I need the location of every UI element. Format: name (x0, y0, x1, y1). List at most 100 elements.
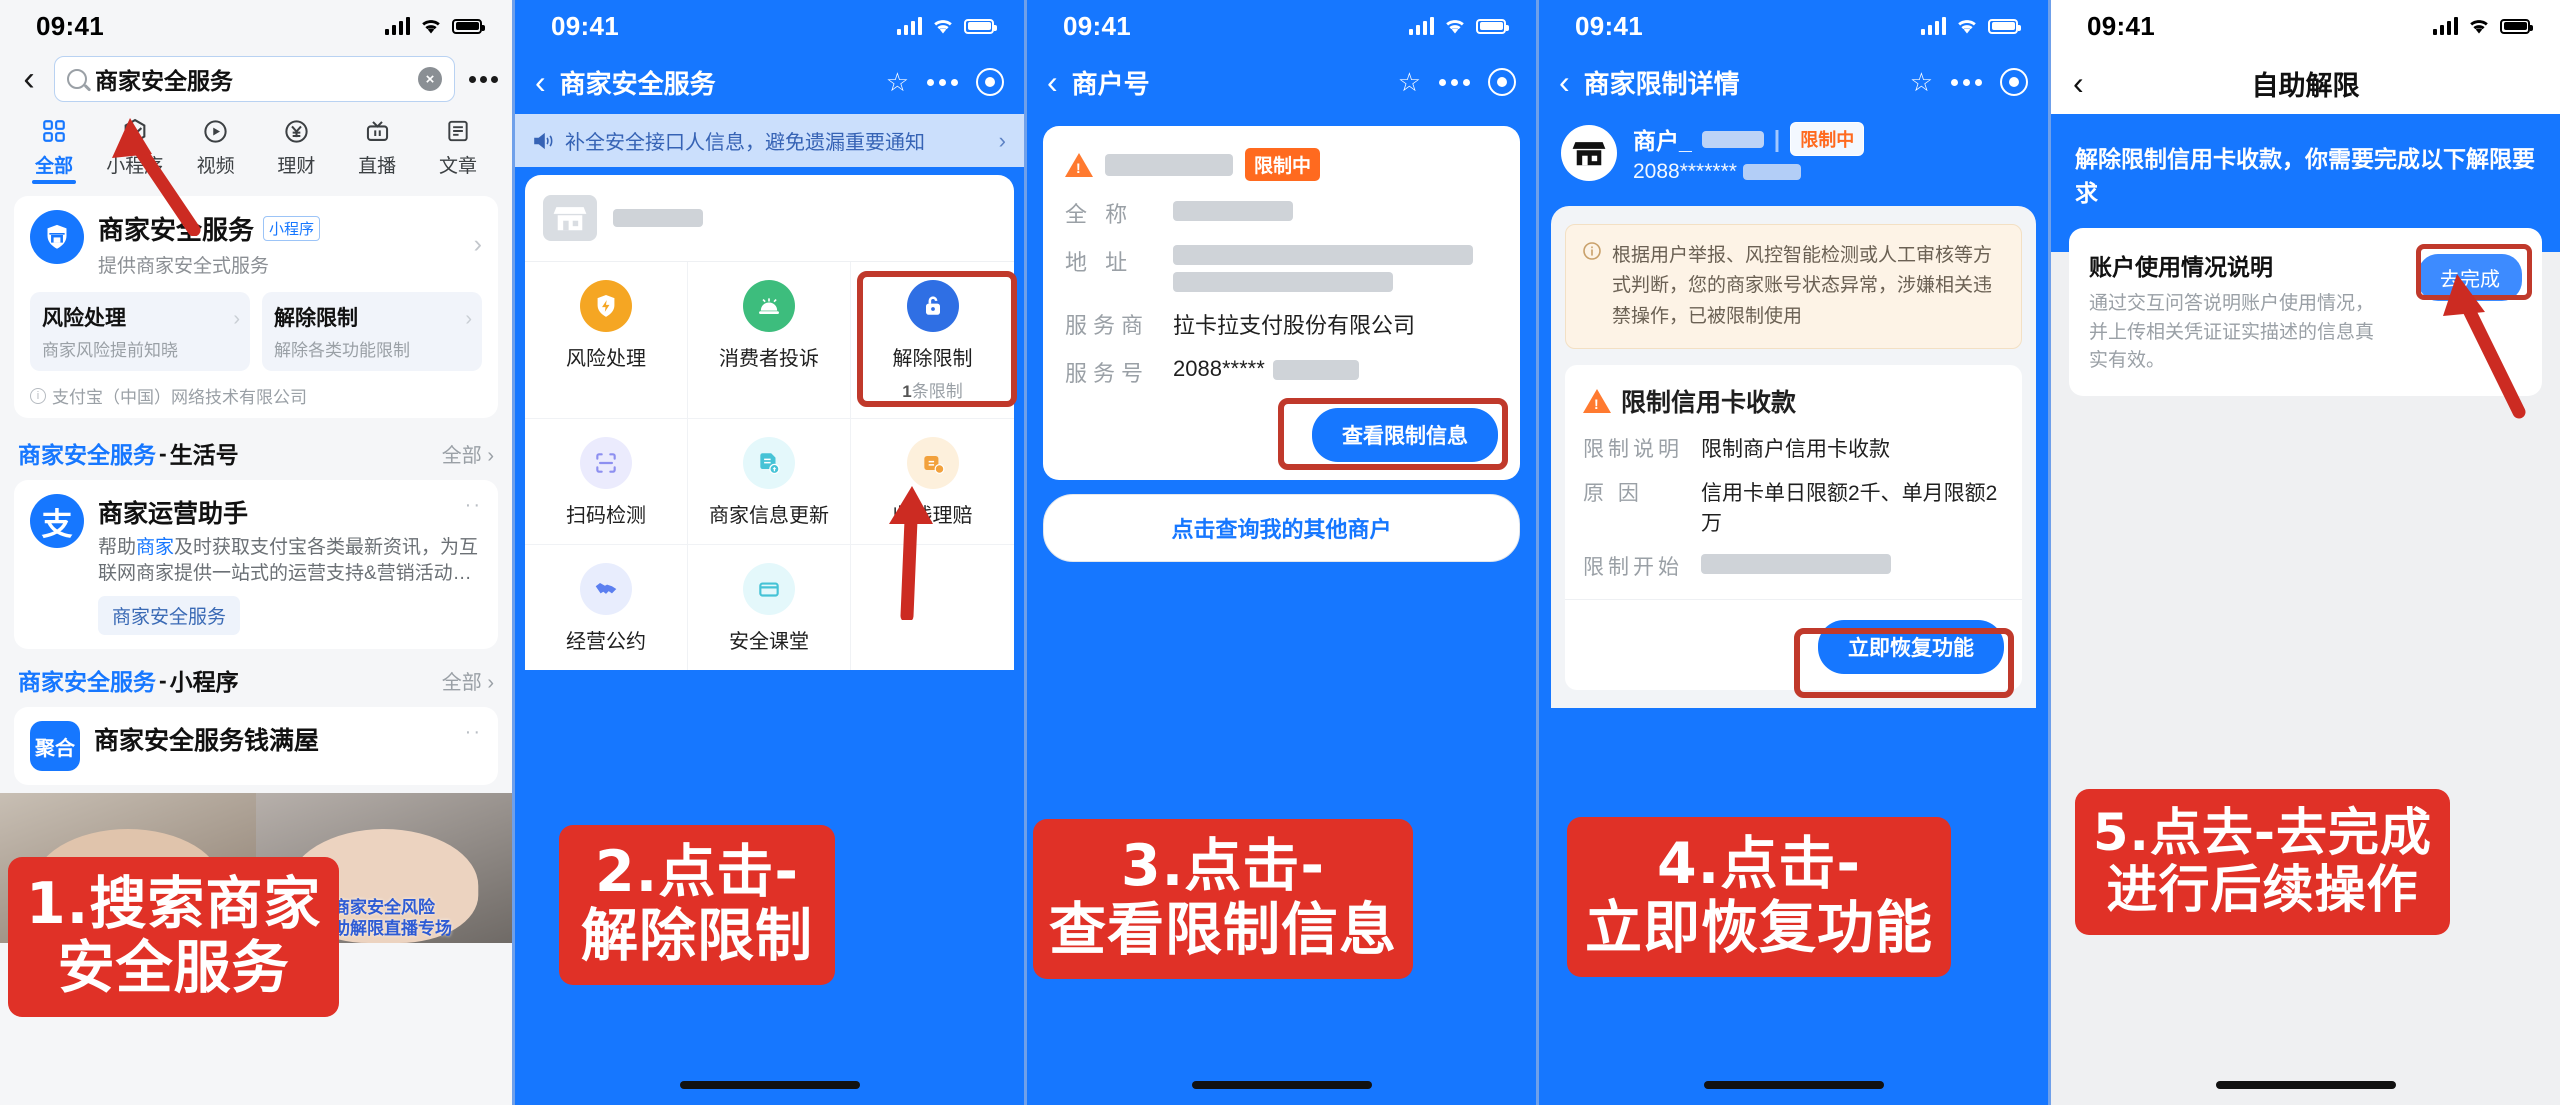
tab-label: 直播 (358, 156, 397, 177)
quick-action-desc: 商家风险提前知晓 (42, 341, 178, 360)
tab-finance[interactable]: 理财 (260, 116, 332, 184)
more-dots-icon[interactable] (1951, 78, 1982, 86)
section-see-all[interactable]: 全部 › (442, 666, 494, 695)
merchant-name-row: 商户_ | 限制中 (1633, 122, 1865, 156)
panel-merchant-security-home: 09:41 ‹ 商家安全服务 ☆ 补全安全接口人信息，避免遗漏重要通知 › 风险… (512, 0, 1024, 1105)
tab-label: 全部 (34, 156, 73, 177)
signal-icon (2433, 17, 2458, 35)
tab-video[interactable]: 视频 (180, 116, 252, 184)
life-account-name: 商家运营助手 (98, 500, 249, 528)
back-icon[interactable]: ‹ (535, 66, 546, 98)
more-dots-icon[interactable]: ·· (465, 494, 482, 517)
target-icon[interactable] (976, 68, 1004, 96)
home-indicator (1191, 1081, 1372, 1089)
merchant-name: 商户_ (1633, 128, 1692, 154)
back-icon[interactable]: ‹ (1047, 66, 1058, 98)
tab-mini-program[interactable]: 小程序 (99, 116, 171, 184)
chevron-right-icon: › (465, 308, 472, 330)
more-dots-icon[interactable] (927, 78, 958, 86)
tab-live[interactable]: 直播 (341, 116, 413, 184)
favorite-star-icon[interactable]: ☆ (1910, 67, 1933, 98)
go-complete-button[interactable]: 去完成 (2418, 254, 2522, 301)
clear-icon[interactable]: × (418, 67, 442, 91)
nav-bar: ‹ 商户号 ☆ (1027, 52, 1536, 112)
merchant-number: 2088******* (1633, 160, 1737, 183)
restore-function-button[interactable]: 立即恢复功能 (1818, 620, 2004, 675)
tab-all[interactable]: 全部 (18, 116, 90, 184)
masked-value (1272, 360, 1359, 380)
yuan-icon (283, 116, 310, 146)
field-label: 服务商 (1065, 313, 1150, 338)
more-dots-icon[interactable]: ·· (465, 721, 482, 744)
signal-icon (1921, 17, 1946, 35)
life-card-top: 支 商家运营助手 ·· 帮助商家及时获取支付宝各类最新资讯，为互联网商家提供一站… (30, 494, 482, 636)
more-dots-icon[interactable] (1439, 78, 1470, 86)
panel-search-results: 09:41 ‹ 商家安全服务 × 全部 小程序 视频 理财 直播 文章 商家安全… (0, 0, 512, 1105)
nav-bar: ‹ 商家安全服务 ☆ (515, 52, 1024, 112)
restriction-card: 限制信用卡收款 限制说明 限制商户信用卡收款 原 因 信用卡单日限额2千、单月限… (1565, 365, 2022, 699)
app-result-card[interactable]: 商家安全服务 小程序 提供商家安全式服务 › 风险处理 商家风险提前知晓 › 解… (14, 196, 498, 418)
query-other-merchants-button[interactable]: 点击查询我的其他商户 (1043, 494, 1520, 562)
info-text: 根据用户举报、风控智能检测或人工审核等方式判断，您的商家账号状态异常，涉嫌相关违… (1612, 245, 1993, 327)
app-header: 09:41 ‹ 商家限制详情 ☆ 商户_ | 限制中 2088******* (1539, 0, 2048, 206)
mini-program-icon (121, 116, 149, 146)
masked-merchant-name (613, 209, 703, 227)
chevron-right-icon[interactable]: › (999, 128, 1006, 154)
quick-action-title: 风险处理 (42, 307, 126, 330)
grid-item-risk-handling[interactable]: 风险处理 (525, 262, 688, 419)
shield-lightning-icon (580, 280, 632, 332)
target-icon[interactable] (1488, 68, 1516, 96)
grid-item-remove-restriction[interactable]: 解除限制 1条限制 (851, 262, 1014, 419)
target-icon[interactable] (2000, 68, 2028, 96)
grid-item-business-pact[interactable]: 经营公约 (525, 545, 688, 670)
field-value: 拉卡拉支付股份有限公司 (1173, 313, 1416, 338)
mini-program-row: 聚合 商家安全服务钱满屋 ·· (30, 721, 482, 772)
status-bar: 09:41 (1539, 0, 2048, 52)
grid-item-label: 风险处理 (566, 348, 646, 370)
back-icon[interactable]: ‹ (1559, 66, 1570, 98)
mini-program-card[interactable]: 聚合 商家安全服务钱满屋 ·· (14, 707, 498, 786)
chevron-right-icon[interactable]: › (474, 230, 482, 259)
masked-value (1173, 245, 1473, 292)
grid-item-consumer-complaint[interactable]: 消费者投诉 (688, 262, 851, 419)
more-dots-icon[interactable] (465, 75, 498, 83)
step-caption: 5.点去-去完成 进行后续操作 (2075, 788, 2451, 935)
life-account-desc: 帮助商家及时获取支付宝各类最新资讯，为互联网商家提供一站式的运营支持&营销活动… (98, 537, 479, 584)
nav-bar: ‹ 商家限制详情 ☆ (1539, 52, 2048, 112)
life-account-card[interactable]: 支 商家运营助手 ·· 帮助商家及时获取支付宝各类最新资讯，为互联网商家提供一站… (14, 480, 498, 650)
life-account-tag[interactable]: 商家安全服务 (98, 596, 241, 636)
document-update-icon (743, 437, 795, 489)
grid-item-merchant-info-update[interactable]: 商家信息更新 (688, 419, 851, 545)
task-card: 账户使用情况说明 通过交互问答说明账户使用情况，并上传相关凭证证实描述的信息真实… (2069, 228, 2542, 396)
signal-icon (1409, 17, 1434, 35)
back-icon[interactable]: ‹ (14, 62, 44, 96)
quick-action-unlock[interactable]: 解除限制 解除各类功能限制 › (262, 292, 482, 371)
grid-item-payment-claim[interactable]: 收钱理赔 (851, 419, 1014, 545)
notice-banner[interactable]: 补全安全接口人信息，避免遗漏重要通知 › (515, 114, 1024, 167)
search-bar-row: ‹ 商家安全服务 × (0, 52, 512, 114)
view-restriction-button[interactable]: 查看限制信息 (1312, 408, 1498, 462)
tab-article[interactable]: 文章 (422, 116, 494, 184)
quick-action-risk[interactable]: 风险处理 商家风险提前知晓 › (30, 292, 250, 371)
shop-icon (543, 195, 597, 241)
section-header-mini: 商家安全服务 - 小程序 全部 › (0, 657, 512, 699)
section-keyword: 商家安全服务 (18, 669, 156, 696)
status-badge: 限制中 (1245, 148, 1321, 181)
feature-grid: 风险处理 消费者投诉 解除限制 1条限制 扫码检测 商家信息更新 收钱理赔 经营… (525, 262, 1014, 670)
merchant-summary-row[interactable] (525, 175, 1014, 261)
favorite-star-icon[interactable]: ☆ (886, 67, 909, 98)
grid-item-safety-class[interactable]: 安全课堂 (688, 545, 851, 670)
video-play-icon (202, 116, 229, 146)
signal-icon (385, 17, 410, 35)
masked-value (1173, 201, 1293, 221)
restriction-row: 限制开始 (1583, 551, 2004, 581)
status-icons (2433, 17, 2533, 35)
search-query-text: 商家安全服务 (95, 68, 233, 94)
search-input[interactable]: 商家安全服务 × (54, 56, 455, 102)
section-see-all[interactable]: 全部 › (442, 439, 494, 468)
field-row: 服务商 拉卡拉支付股份有限公司 (1065, 308, 1498, 340)
tab-label: 理财 (277, 156, 316, 177)
grid-item-scan-detect[interactable]: 扫码检测 (525, 419, 688, 545)
favorite-star-icon[interactable]: ☆ (1398, 67, 1421, 98)
wifi-icon (1444, 18, 1466, 35)
